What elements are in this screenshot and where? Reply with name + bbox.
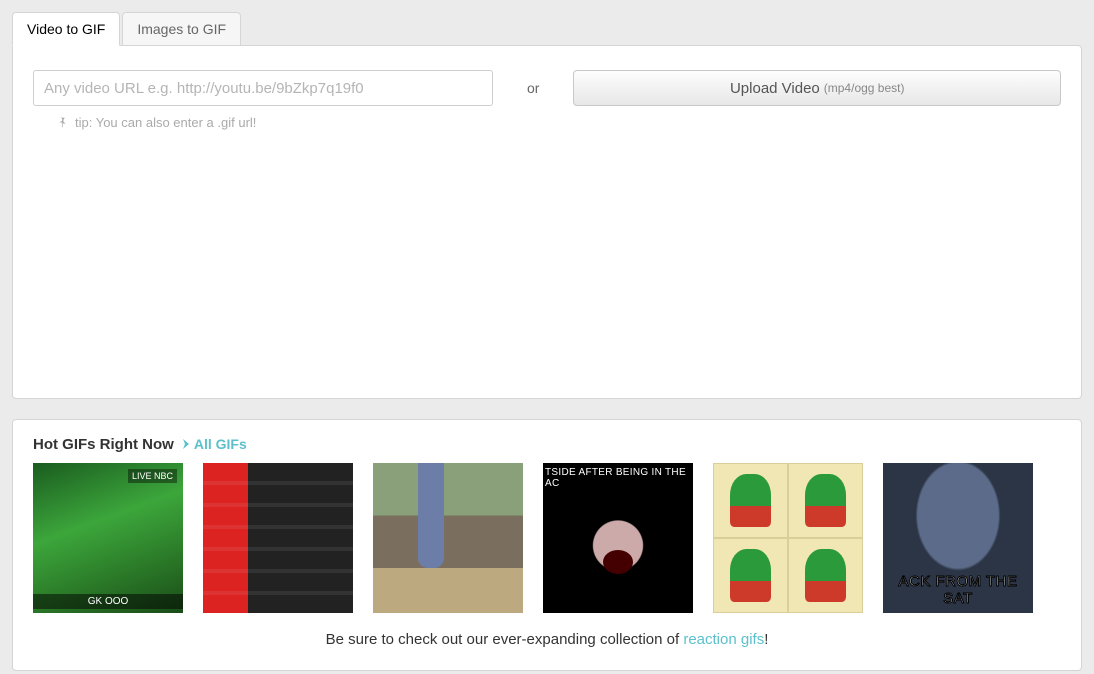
gif-thumb[interactable] xyxy=(543,463,693,613)
arrow-right-icon xyxy=(182,436,192,452)
workspace-area xyxy=(33,130,1061,378)
reaction-gifs-cta: Be sure to check out our ever-expanding … xyxy=(33,631,1061,648)
tip-text: tip: You can also enter a .gif url! xyxy=(75,115,256,130)
tab-images-to-gif[interactable]: Images to GIF xyxy=(122,12,241,46)
hot-gifs-thumbs xyxy=(33,463,1061,613)
pin-icon xyxy=(53,112,72,132)
main-panel: or Upload Video (mp4/ogg best) tip: You … xyxy=(12,45,1082,399)
or-separator: or xyxy=(517,80,549,96)
gif-thumb[interactable] xyxy=(883,463,1033,613)
gif-thumb[interactable] xyxy=(33,463,183,613)
upload-video-hint: (mp4/ogg best) xyxy=(824,81,905,95)
tip-row: tip: You can also enter a .gif url! xyxy=(33,114,1061,130)
upload-video-button[interactable]: Upload Video (mp4/ogg best) xyxy=(573,70,1061,106)
cta-text-pre: Be sure to check out our ever-expanding … xyxy=(326,631,684,648)
upload-video-label: Upload Video xyxy=(730,80,820,97)
tab-video-to-gif[interactable]: Video to GIF xyxy=(12,12,120,46)
gif-thumb[interactable] xyxy=(373,463,523,613)
input-row: or Upload Video (mp4/ogg best) xyxy=(33,70,1061,106)
cta-text-post: ! xyxy=(764,631,768,648)
hot-gifs-title: Hot GIFs Right Now xyxy=(33,436,174,453)
tab-strip: Video to GIF Images to GIF xyxy=(12,12,1082,46)
reaction-gifs-link[interactable]: reaction gifs xyxy=(683,631,764,648)
all-gifs-label: All GIFs xyxy=(194,436,247,452)
all-gifs-link[interactable]: All GIFs xyxy=(182,436,247,452)
hot-gifs-header: Hot GIFs Right Now All GIFs xyxy=(33,436,1061,453)
video-url-input[interactable] xyxy=(33,70,493,106)
gif-thumb[interactable] xyxy=(713,463,863,613)
hot-gifs-panel: Hot GIFs Right Now All GIFs Be sure to c… xyxy=(12,419,1082,671)
gif-thumb[interactable] xyxy=(203,463,353,613)
